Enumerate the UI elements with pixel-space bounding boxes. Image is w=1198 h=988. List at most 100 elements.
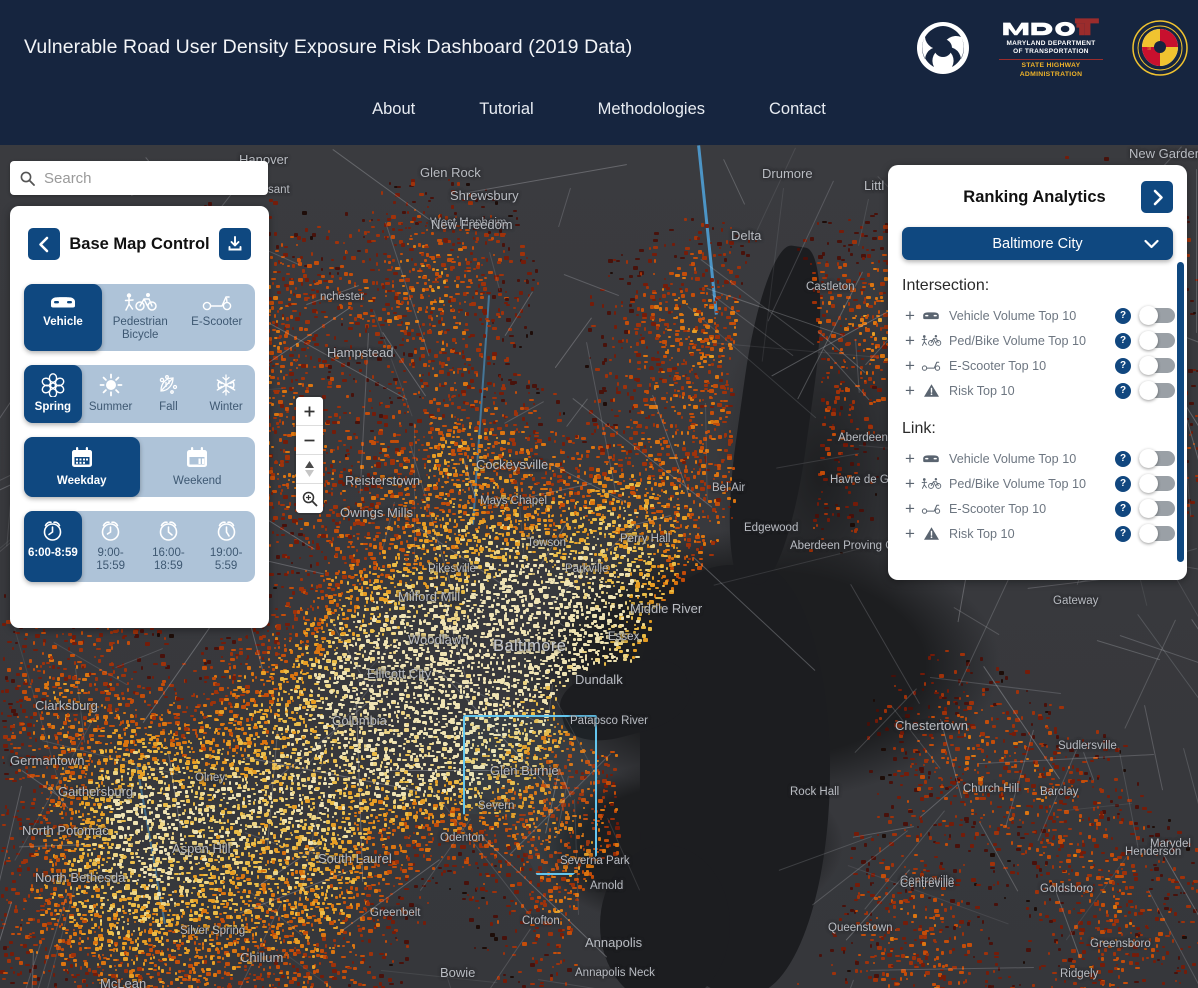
- main-navigation: About Tutorial Methodologies Contact: [0, 96, 1198, 123]
- car-icon: [51, 297, 75, 308]
- mode-option-pedestrian-bicycle[interactable]: Pedestrian Bicycle: [102, 284, 179, 351]
- timeofday-segment-group[interactable]: 6:00-8:59 9:00-15:59 16:00- 18:59 19:00-…: [24, 511, 255, 582]
- help-icon[interactable]: ?: [1115, 450, 1131, 467]
- ranking-row: + Vehicle Volume Top 10?: [888, 303, 1187, 328]
- add-layer-icon[interactable]: +: [902, 382, 918, 399]
- help-icon[interactable]: ?: [1115, 500, 1131, 517]
- season-option-winter[interactable]: Winter: [197, 365, 255, 423]
- ranking-scrollbar[interactable]: [1177, 262, 1184, 562]
- toggle-knob: [1139, 331, 1158, 350]
- map-label: Parkville: [565, 563, 609, 575]
- map-label: Greenbelt: [370, 907, 421, 919]
- timeofday-label-0: 6:00-8:59: [27, 547, 78, 559]
- timeofday-option-midday[interactable]: 9:00-15:59: [82, 511, 140, 582]
- map-label: Ellicott City: [367, 666, 432, 681]
- map-label: Gateway: [1053, 595, 1099, 607]
- ranking-row: + E-Scooter Top 10?: [888, 496, 1187, 521]
- help-icon[interactable]: ?: [1115, 357, 1131, 374]
- mode-option-escooter[interactable]: E-Scooter: [179, 284, 256, 351]
- ranking-row-label: E-Scooter Top 10: [949, 358, 1047, 373]
- season-option-spring[interactable]: Spring: [24, 365, 82, 423]
- map-zoom-controls[interactable]: [296, 397, 323, 513]
- logo-group: MARYLAND DEPARTMENT OF TRANSPORTATION ST…: [916, 8, 1188, 88]
- map-label: Cockeysville: [476, 457, 549, 472]
- add-layer-icon[interactable]: +: [902, 475, 918, 492]
- season-label-summer: Summer: [88, 401, 133, 413]
- ranking-row-label: Risk Top 10: [949, 383, 1015, 398]
- app-header: Vulnerable Road User Density Exposure Ri…: [0, 0, 1198, 145]
- timeofday-option-evening[interactable]: 16:00- 18:59: [140, 511, 198, 582]
- zoom-out-button[interactable]: [296, 426, 323, 455]
- mode-segment-group[interactable]: Vehicle Pedestrian Bicycle E-Scooter: [24, 284, 255, 351]
- help-icon[interactable]: ?: [1115, 382, 1131, 399]
- mode-label-vehicle: Vehicle: [43, 316, 83, 328]
- season-label-spring: Spring: [34, 401, 72, 413]
- add-layer-icon[interactable]: +: [902, 500, 918, 517]
- add-layer-icon[interactable]: +: [902, 332, 918, 349]
- nav-item-contact[interactable]: Contact: [737, 96, 858, 123]
- download-button[interactable]: [219, 228, 251, 260]
- nav-item-methodologies[interactable]: Methodologies: [566, 96, 737, 123]
- clock-icon: [101, 521, 120, 541]
- map-label: Edgewood: [744, 522, 799, 534]
- daytype-option-weekend[interactable]: Weekend: [140, 437, 256, 497]
- map-label: Rock Hall: [790, 786, 840, 798]
- daytype-option-weekday[interactable]: Weekday: [24, 437, 140, 497]
- expand-panel-button[interactable]: [1141, 181, 1173, 213]
- base-map-control-panel: Base Map Control Vehicle Pedestrian Bicy…: [10, 206, 269, 628]
- nav-item-tutorial[interactable]: Tutorial: [447, 96, 565, 123]
- season-option-fall[interactable]: Fall: [140, 365, 198, 423]
- layer-toggle[interactable]: [1139, 331, 1175, 350]
- map-label: Milford Mill: [398, 589, 461, 604]
- ranking-row-label: Ped/Bike Volume Top 10: [949, 476, 1086, 491]
- layer-toggle[interactable]: [1139, 474, 1175, 493]
- add-layer-icon[interactable]: +: [902, 307, 918, 324]
- umd-logo-icon: 18 56: [1132, 20, 1188, 76]
- jurisdiction-select[interactable]: Baltimore City: [902, 227, 1173, 260]
- map-label: Towson: [527, 537, 566, 549]
- help-icon[interactable]: ?: [1115, 475, 1131, 492]
- zoom-search-icon[interactable]: [296, 484, 323, 513]
- map-label: Annapolis Neck: [575, 967, 655, 979]
- mdot-sha-logo: MARYLAND DEPARTMENT OF TRANSPORTATION ST…: [992, 17, 1110, 79]
- season-option-summer[interactable]: Summer: [82, 365, 140, 423]
- map-label: Olney: [195, 772, 226, 784]
- ranking-row: + E-Scooter Top 10?: [888, 353, 1187, 378]
- search-input[interactable]: [44, 169, 258, 187]
- timeofday-option-morning[interactable]: 6:00-8:59: [24, 511, 82, 582]
- help-icon[interactable]: ?: [1115, 525, 1131, 542]
- map-label: Columbia: [332, 713, 387, 728]
- search-box[interactable]: [10, 161, 268, 195]
- season-segment-group[interactable]: Spring Summer Fall Winter: [24, 365, 255, 423]
- layer-toggle[interactable]: [1139, 306, 1175, 325]
- collapse-panel-button[interactable]: [28, 228, 60, 260]
- compass-icon[interactable]: [296, 455, 323, 484]
- help-icon[interactable]: ?: [1115, 307, 1131, 324]
- map-label: Essex: [608, 631, 640, 643]
- mode-option-vehicle[interactable]: Vehicle: [24, 284, 102, 351]
- ranking-section-heading: Intersection:: [902, 277, 990, 294]
- layer-toggle[interactable]: [1139, 524, 1175, 543]
- map-label: Reisterstown: [345, 473, 421, 488]
- add-layer-icon[interactable]: +: [902, 525, 918, 542]
- layer-toggle[interactable]: [1139, 381, 1175, 400]
- chevron-right-icon: [1153, 189, 1163, 205]
- timeofday-option-night[interactable]: 19:00-5:59: [197, 511, 255, 582]
- layer-toggle[interactable]: [1139, 499, 1175, 518]
- add-layer-icon[interactable]: +: [902, 450, 918, 467]
- map-label: Germantown: [10, 753, 85, 768]
- daytype-segment-group[interactable]: Weekday Weekend: [24, 437, 255, 497]
- mdot-sha-subtitle: STATE HIGHWAY ADMINISTRATION: [1020, 62, 1083, 79]
- map-label: Middle River: [630, 601, 703, 616]
- mdot-line1: MARYLAND DEPARTMENT: [1006, 40, 1096, 48]
- layer-toggle[interactable]: [1139, 356, 1175, 375]
- map-label: North Bethesda: [35, 870, 126, 885]
- zoom-in-button[interactable]: [296, 397, 323, 426]
- map-label: Glen Rock: [420, 165, 481, 180]
- map-label: Silver Spring: [180, 925, 246, 937]
- map-label: Bowie: [440, 965, 476, 980]
- layer-toggle[interactable]: [1139, 449, 1175, 468]
- nav-item-about[interactable]: About: [340, 96, 447, 123]
- add-layer-icon[interactable]: +: [902, 357, 918, 374]
- help-icon[interactable]: ?: [1115, 332, 1131, 349]
